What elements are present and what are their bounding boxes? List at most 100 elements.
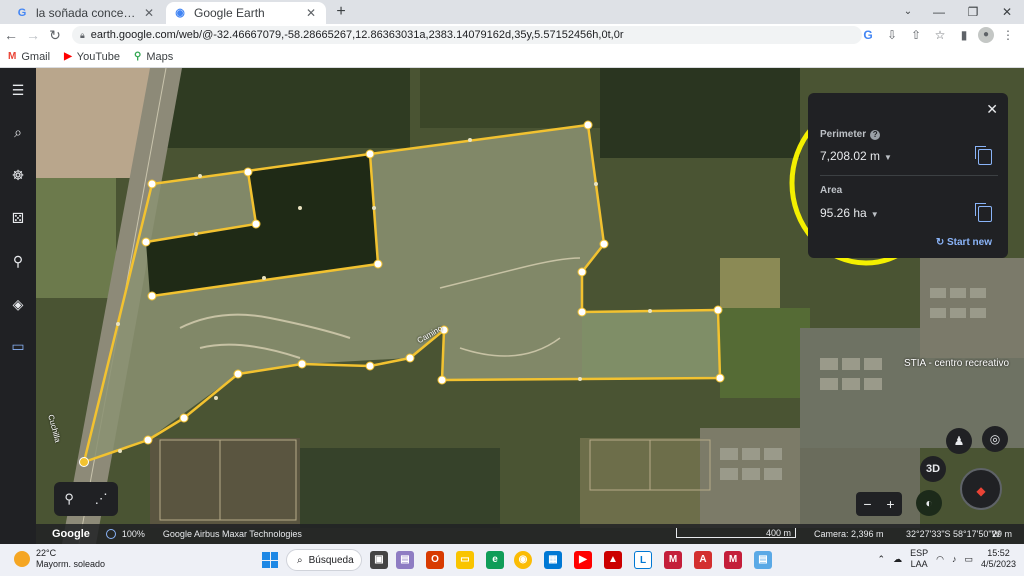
google-favicon-icon: G bbox=[17, 7, 27, 19]
office-icon[interactable]: O bbox=[426, 551, 444, 569]
help-icon[interactable]: ? bbox=[870, 130, 881, 140]
search-icon[interactable]: ⌕ bbox=[6, 120, 30, 144]
store-icon[interactable]: ▦ bbox=[544, 551, 562, 569]
zoom-in-button[interactable]: + bbox=[886, 496, 894, 512]
measure-ruler-icon[interactable]: ▭ bbox=[6, 334, 30, 358]
tab-title: la soñada concepcion del urugua bbox=[36, 6, 142, 20]
chevron-up-icon[interactable]: ⌃ bbox=[878, 554, 886, 565]
bookmarks-bar: M Gmail ▶ YouTube ⚲ Maps bbox=[0, 46, 1024, 68]
perimeter-value[interactable]: 7,208.02 m ▼ bbox=[820, 149, 892, 163]
elevation: 29 m bbox=[991, 529, 1012, 539]
my-location-icon[interactable]: ◎ bbox=[982, 426, 1008, 452]
volume-icon[interactable]: ♪ bbox=[952, 554, 957, 564]
area-label: Area bbox=[820, 185, 843, 196]
left-nav-rail: ☰ ⌕ ☸ ⚄ ⚲ ◈ ▭ bbox=[0, 68, 36, 544]
url-text: earth.google.com/web/@-32.46667079,-58.2… bbox=[90, 29, 624, 41]
maximize-icon[interactable]: ❐ bbox=[956, 0, 990, 24]
edge-icon[interactable]: e bbox=[486, 551, 504, 569]
weather-widget[interactable]: 22°C Mayorm. soleado bbox=[14, 548, 105, 570]
menu-dots-icon[interactable]: ⋮ bbox=[998, 26, 1018, 44]
bookmark-label: Maps bbox=[146, 50, 174, 63]
task-view-icon[interactable]: ▣ bbox=[370, 551, 388, 569]
pegman-icon[interactable]: ♟ bbox=[946, 428, 972, 454]
chevron-down-icon: ▼ bbox=[870, 210, 879, 219]
zoom-out-button[interactable]: − bbox=[863, 496, 871, 512]
close-tab-icon[interactable]: ✕ bbox=[142, 6, 156, 20]
weather-condition: Mayorm. soleado bbox=[36, 559, 106, 569]
copy-icon[interactable] bbox=[975, 146, 992, 165]
attribution[interactable]: Google Airbus Maxar Technologies bbox=[163, 529, 302, 539]
cloud-icon[interactable]: ☁ bbox=[893, 554, 902, 565]
path-icon[interactable]: ⋰ bbox=[95, 491, 108, 507]
menu-icon[interactable]: ☰ bbox=[6, 78, 30, 102]
chrome-icon[interactable]: ◉ bbox=[514, 551, 532, 569]
3d-toggle-button[interactable]: 3D bbox=[920, 456, 946, 482]
window-controls: — ❐ ✕ bbox=[922, 0, 1024, 24]
back-icon[interactable]: ← bbox=[0, 24, 22, 46]
sun-icon bbox=[14, 551, 30, 567]
projects-pin-icon[interactable]: ⚲ bbox=[6, 249, 30, 273]
maps-pin-icon: ⚲ bbox=[134, 51, 142, 62]
earth-favicon-icon: ◉ bbox=[175, 7, 185, 19]
perimeter-value-text: 7,208.02 m bbox=[820, 149, 881, 163]
bookmark-gmail[interactable]: M Gmail bbox=[8, 51, 50, 63]
forward-icon[interactable]: → bbox=[22, 24, 44, 46]
voyager-icon[interactable]: ☸ bbox=[6, 163, 30, 187]
address-bar[interactable]: 🔒︎ earth.google.com/web/@-32.46667079,-5… bbox=[72, 26, 862, 44]
youtube-icon: ▶ bbox=[64, 51, 72, 62]
windows-start-icon[interactable] bbox=[262, 552, 278, 568]
lock-icon: 🔒︎ bbox=[80, 29, 85, 40]
file-explorer-icon[interactable]: ▭ bbox=[456, 551, 474, 569]
close-tab-icon[interactable]: ✕ bbox=[304, 6, 318, 20]
close-icon[interactable]: ✕ bbox=[986, 101, 998, 118]
tab-search-icon[interactable]: ⌄ bbox=[900, 4, 916, 20]
feeling-lucky-dice-icon[interactable]: ⚄ bbox=[6, 206, 30, 230]
bookmark-star-icon[interactable]: ☆ bbox=[930, 26, 950, 44]
map-style-layers-icon[interactable]: ◈ bbox=[6, 292, 30, 316]
compass-icon[interactable]: ◆ bbox=[960, 468, 1002, 510]
bookmark-youtube[interactable]: ▶ YouTube bbox=[64, 51, 120, 63]
acrobat-icon[interactable]: A bbox=[694, 551, 712, 569]
google-logo: Google bbox=[52, 528, 90, 540]
app-icon[interactable]: ▤ bbox=[754, 551, 772, 569]
new-tab-button[interactable]: + bbox=[332, 3, 350, 21]
perimeter-label-text: Perimeter bbox=[820, 129, 867, 140]
camera-altitude: Camera: 2,396 m bbox=[814, 529, 884, 539]
windows-taskbar: 22°C Mayorm. soleado ⌕ Búsqueda ▣ ▤ O ▭ … bbox=[0, 544, 1024, 576]
system-tray: ⌃ ☁ ESP LAA ◠ ♪ ▭ 15:52 4/5/2023 bbox=[878, 548, 1016, 570]
youtube-icon[interactable]: ▶ bbox=[574, 551, 592, 569]
install-icon[interactable]: ⇩ bbox=[882, 26, 902, 44]
taskbar-search[interactable]: ⌕ Búsqueda bbox=[286, 549, 362, 571]
teams-icon[interactable]: ▤ bbox=[396, 551, 414, 569]
place-pin-icon[interactable]: ⚲ bbox=[64, 491, 74, 507]
google-lens-icon[interactable]: G bbox=[858, 26, 878, 44]
start-new-label: Start new bbox=[946, 237, 992, 248]
tab-search-results[interactable]: G la soñada concepcion del urugua ✕ bbox=[8, 2, 164, 24]
scale-bar[interactable]: 400 m bbox=[676, 528, 796, 538]
minimize-icon[interactable]: — bbox=[922, 0, 956, 24]
start-new-button[interactable]: ↻ Start new bbox=[936, 237, 992, 248]
time: 15:52 bbox=[987, 548, 1010, 558]
tab-google-earth[interactable]: ◉ Google Earth ✕ bbox=[166, 2, 326, 24]
wifi-icon[interactable]: ◠ bbox=[936, 554, 944, 565]
battery-icon[interactable]: ▭ bbox=[964, 554, 973, 565]
satellite-map[interactable]: ☰ ⌕ ☸ ⚄ ⚲ ◈ ▭ ✕ Perimeter? 7,208.02 m ▼ A… bbox=[0, 68, 1024, 544]
share-icon[interactable]: ⇧ bbox=[906, 26, 926, 44]
avatar[interactable]: ● bbox=[978, 27, 994, 43]
mcafee-icon[interactable]: M bbox=[664, 551, 682, 569]
reload-icon[interactable]: ↻ bbox=[44, 24, 66, 46]
place-label[interactable]: STIA - centro recreativo bbox=[904, 358, 1009, 369]
perimeter-label: Perimeter? bbox=[820, 129, 881, 140]
globe-thumbnail-icon[interactable]: ◐ bbox=[916, 490, 942, 516]
bookmark-maps[interactable]: ⚲ Maps bbox=[134, 51, 173, 63]
copy-icon[interactable] bbox=[975, 203, 992, 222]
app-l-icon[interactable]: L bbox=[634, 551, 652, 569]
zoom-controls: − + bbox=[856, 492, 902, 516]
language-indicator[interactable]: ESP LAA bbox=[910, 548, 928, 570]
mcafee-icon[interactable]: M bbox=[724, 551, 742, 569]
app-icon[interactable]: ▲ bbox=[604, 551, 622, 569]
side-panel-icon[interactable]: ▮ bbox=[954, 26, 974, 44]
clock[interactable]: 15:52 4/5/2023 bbox=[981, 548, 1016, 570]
area-value[interactable]: 95.26 ha ▼ bbox=[820, 206, 879, 220]
close-window-icon[interactable]: ✕ bbox=[990, 0, 1024, 24]
